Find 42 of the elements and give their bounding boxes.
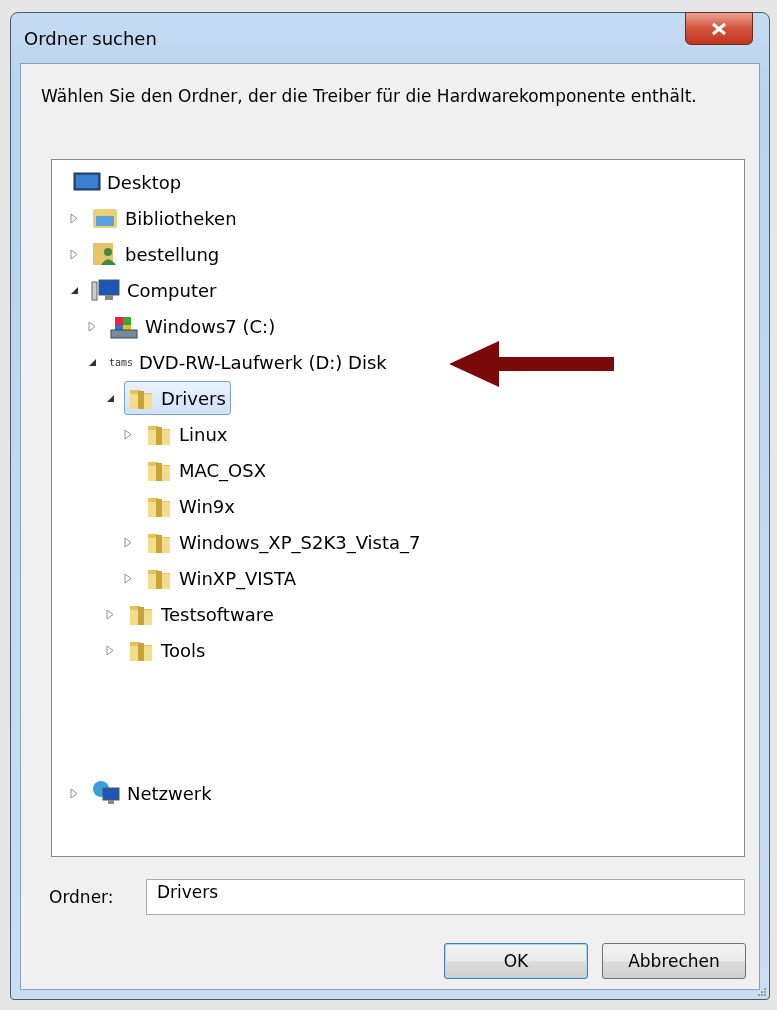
collapsed-triangle-icon[interactable] xyxy=(106,644,114,656)
close-icon xyxy=(711,21,727,36)
tree-item[interactable]: Bibliotheken xyxy=(88,201,242,235)
close-button[interactable] xyxy=(685,12,753,45)
monitor-icon xyxy=(73,171,101,193)
tree-item[interactable]: Linux xyxy=(142,417,233,451)
field-label: Ordner: xyxy=(49,887,115,907)
tree-item[interactable]: Computer xyxy=(88,273,222,307)
tree-item[interactable]: MAC_OSX xyxy=(142,453,272,487)
resize-grip-icon[interactable] xyxy=(757,987,767,997)
expanded-triangle-icon[interactable] xyxy=(106,393,115,403)
window-title: Ordner suchen xyxy=(23,27,157,49)
library-folder-icon xyxy=(91,206,119,230)
tree-item[interactable]: Windows7 (C:) xyxy=(106,309,281,343)
collapsed-triangle-icon[interactable] xyxy=(124,536,132,548)
tree-item[interactable]: Windows_XP_S2K3_Vista_7 xyxy=(142,525,426,559)
computer-icon xyxy=(91,278,121,302)
drive-logo-text: tams xyxy=(109,356,133,368)
collapsed-triangle-icon[interactable] xyxy=(106,608,114,620)
tree-item[interactable]: Win9x xyxy=(142,489,240,523)
tree-item[interactable]: tams DVD-RW-Laufwerk (D:) Disk xyxy=(106,345,392,379)
network-globe-icon xyxy=(91,780,121,806)
tree-item[interactable]: Desktop xyxy=(70,165,187,199)
folder-input-field[interactable]: Drivers xyxy=(146,879,745,915)
tree-item[interactable]: Testsoftware xyxy=(124,597,279,631)
collapsed-triangle-icon[interactable] xyxy=(70,787,78,799)
ok-button[interactable]: OK xyxy=(444,943,588,979)
collapsed-triangle-icon[interactable] xyxy=(88,320,96,332)
expanded-triangle-icon[interactable] xyxy=(70,285,79,295)
tree-item[interactable]: Drivers xyxy=(124,381,231,415)
collapsed-triangle-icon[interactable] xyxy=(124,428,132,440)
collapsed-triangle-icon[interactable] xyxy=(70,212,78,224)
tree-item[interactable]: Tools xyxy=(124,633,211,667)
collapsed-triangle-icon[interactable] xyxy=(70,248,78,260)
user-folder-icon xyxy=(91,241,119,267)
instruction-text: Wählen Sie den Ordner, der die Treiber für die Hardwarekomponente enthält. xyxy=(41,86,698,106)
cancel-button[interactable]: Abbrechen xyxy=(602,943,746,979)
tree-item[interactable]: WinXP_VISTA xyxy=(142,561,301,595)
expanded-triangle-icon[interactable] xyxy=(88,357,97,367)
collapsed-triangle-icon[interactable] xyxy=(124,572,132,584)
tree-item[interactable]: Netzwerk xyxy=(88,776,217,810)
tree-item[interactable]: bestellung xyxy=(88,237,225,271)
